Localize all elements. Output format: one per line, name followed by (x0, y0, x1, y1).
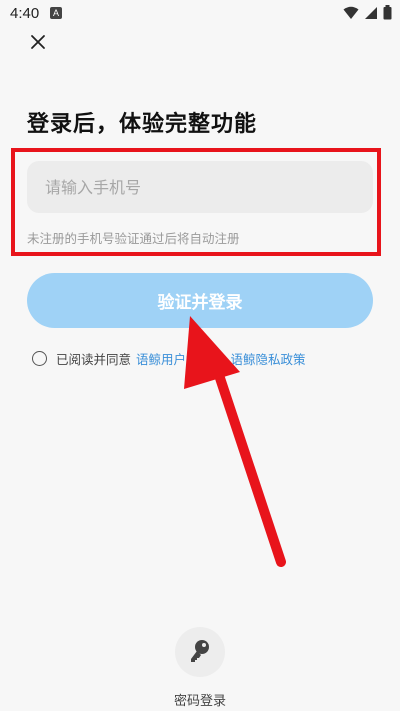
status-time: 4:40 (10, 5, 40, 22)
signal-icon (365, 6, 377, 19)
password-login-button[interactable] (175, 627, 225, 677)
agreement-prefix: 已阅读并同意 (56, 352, 132, 367)
agreement-row: 已阅读并同意 语鲸用户协议 和 语鲸隐私政策 (32, 349, 306, 368)
status-icons (343, 5, 392, 20)
password-login[interactable]: 密码登录 (170, 627, 230, 709)
agreement-checkbox[interactable] (32, 351, 47, 366)
annotation-highlight-box (11, 148, 381, 256)
status-bar: 4:40 A (0, 0, 400, 28)
privacy-policy-link[interactable]: 语鲸隐私政策 (231, 349, 306, 368)
battery-icon (383, 5, 392, 20)
password-login-label: 密码登录 (173, 694, 226, 709)
user-agreement-link[interactable]: 语鲸用户协议 (136, 349, 211, 368)
wifi-icon (343, 6, 359, 19)
notification-badge-icon: A (50, 7, 62, 19)
key-icon (191, 640, 209, 662)
verify-login-button[interactable]: 验证并登录 (27, 273, 373, 328)
agreement-and: 和 (213, 352, 226, 367)
close-icon[interactable] (26, 30, 50, 54)
page-title: 登录后，体验完整功能 (27, 112, 258, 137)
